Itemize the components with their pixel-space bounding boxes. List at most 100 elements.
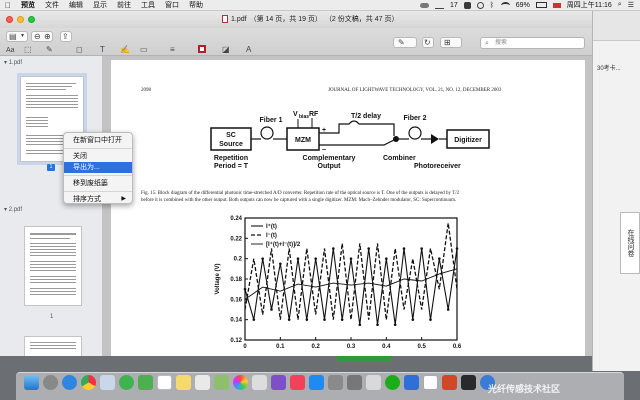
menu-help[interactable]: 帮助: [184, 0, 208, 10]
preview-icon[interactable]: [366, 375, 381, 390]
sign-icon[interactable]: ✍: [120, 44, 130, 55]
x-tick-label: 0.3: [347, 344, 356, 350]
clock-text[interactable]: 周四上午11:16: [567, 0, 612, 10]
toolbar: ▤ ▾ ⊖ ⊕ ⇪ Aa ⬚ ✎ ◻ T ✍ ▭ ≡ ◪ A ✎ ↻ ⊞ ⌕ 搜…: [0, 28, 592, 56]
y-axis-label: Voltage (V): [215, 264, 221, 295]
series-1-point: [376, 323, 379, 327]
chrome-icon[interactable]: [81, 375, 96, 390]
submenu-arrow-icon: ▶: [121, 196, 126, 202]
menu-export-as[interactable]: 导出为...: [64, 162, 132, 173]
music-icon[interactable]: [290, 375, 305, 390]
window-doc-info: （2 份文稿，共 47 页）: [324, 16, 399, 23]
menu-bar:  预览 文件 编辑 显示 前往 工具 窗口 帮助 17 ᛒ 69% 周四上午1…: [0, 0, 640, 11]
close-button[interactable]: [6, 16, 13, 23]
series-1-point: [438, 257, 441, 260]
system-preferences-icon[interactable]: [328, 375, 343, 390]
battery-percent[interactable]: 69%: [516, 2, 530, 9]
photos-icon[interactable]: [233, 375, 248, 390]
search-field[interactable]: ⌕ 搜索: [480, 37, 585, 49]
shapes-icon[interactable]: ◻: [76, 44, 83, 55]
document-area[interactable]: 2098 JOURNAL OF LIGHTWAVE TECHNOLOGY, VO…: [103, 56, 592, 356]
doc1-header[interactable]: ▾ 1.pdf: [4, 59, 22, 66]
notification-count[interactable]: 17: [450, 2, 458, 9]
menu-edit[interactable]: 编辑: [64, 0, 88, 10]
battery-icon[interactable]: [535, 2, 547, 8]
sketch-icon[interactable]: ✎: [46, 44, 53, 55]
x-tick-label: 0: [243, 344, 247, 350]
font-icon[interactable]: A: [246, 44, 251, 55]
clock-icon[interactable]: [476, 1, 484, 9]
pen-icon[interactable]: [434, 2, 444, 9]
terminal-icon[interactable]: [461, 375, 476, 390]
output-label: Output: [318, 163, 342, 170]
onenote-icon[interactable]: [271, 375, 286, 390]
bluetooth-icon[interactable]: ᛒ: [490, 2, 495, 9]
messages-icon[interactable]: [138, 375, 153, 390]
utility-icon[interactable]: [347, 375, 362, 390]
cloud-icon[interactable]: [419, 2, 429, 8]
menu-app-preview[interactable]: 预览: [16, 0, 40, 10]
menu-go[interactable]: 前往: [112, 0, 136, 10]
zoom-out-icon[interactable]: ⊖: [34, 31, 41, 42]
disclosure-triangle-icon[interactable]: ▾: [4, 60, 7, 66]
apple-icon[interactable]: : [0, 1, 16, 10]
border-color-icon[interactable]: [198, 45, 206, 53]
safari-icon[interactable]: [62, 375, 77, 390]
period-label: Period = T: [214, 163, 249, 170]
powerpoint-icon[interactable]: [442, 375, 457, 390]
finder-icon[interactable]: [24, 375, 39, 390]
series-1-point: [402, 247, 406, 250]
mail-icon[interactable]: [100, 375, 115, 390]
text-box-icon[interactable]: T: [100, 44, 105, 55]
series-1-point: [270, 308, 273, 311]
minimize-button[interactable]: [17, 16, 24, 23]
doc2-page2-thumbnail[interactable]: [24, 336, 82, 356]
caption-line-2: before it is combined with the other out…: [141, 198, 457, 203]
x-tick-label: 0.2: [311, 344, 320, 350]
menu-open-new-window[interactable]: 在新窗口中打开: [64, 135, 132, 146]
online-survey-tab[interactable]: 在线问卷: [620, 212, 640, 274]
menu-view[interactable]: 显示: [88, 0, 112, 10]
fill-color-icon[interactable]: ◪: [222, 44, 230, 55]
notification-center-icon[interactable]: ☰: [628, 1, 634, 9]
contacts-icon[interactable]: [252, 375, 267, 390]
note-icon[interactable]: ▭: [140, 44, 148, 55]
text-style-icon[interactable]: Aa: [6, 45, 15, 56]
x-tick-label: 0.1: [276, 344, 285, 350]
launchpad-icon[interactable]: [43, 375, 58, 390]
maps-icon[interactable]: [214, 375, 229, 390]
menu-close[interactable]: 关闭: [64, 151, 132, 162]
doc2-page-thumbnail[interactable]: [24, 226, 82, 306]
markup-button[interactable]: [393, 37, 417, 48]
app-icon[interactable]: [463, 1, 471, 9]
menu-tools[interactable]: 工具: [136, 0, 160, 10]
menu-move-to-trash[interactable]: 移到废纸篓: [64, 178, 132, 189]
wifi-icon[interactable]: [500, 1, 510, 9]
reminders-icon[interactable]: [195, 375, 210, 390]
spotlight-icon[interactable]: ⌕: [618, 1, 622, 9]
y-tick-label: 0.18: [230, 277, 242, 283]
running-head-page: 2098: [141, 88, 151, 93]
word-icon[interactable]: [404, 375, 419, 390]
facetime-icon[interactable]: [119, 375, 134, 390]
wechat-icon[interactable]: [385, 375, 400, 390]
menu-file[interactable]: 文件: [40, 0, 64, 10]
preview-window: 1.pdf （第 14 页，共 19 页） （2 份文稿，共 47 页） ▤ ▾…: [0, 11, 592, 356]
notes-icon[interactable]: [176, 375, 191, 390]
series-1-point: [420, 247, 423, 250]
menu-sort-by[interactable]: 排序方式 ▶: [64, 194, 132, 205]
menu-window[interactable]: 窗口: [160, 0, 184, 10]
zoom-in-icon[interactable]: ⊕: [44, 31, 51, 42]
app-store-icon[interactable]: [309, 375, 324, 390]
zoom-button[interactable]: [28, 16, 35, 23]
align-icon[interactable]: ≡: [170, 44, 175, 55]
qq-icon[interactable]: [423, 375, 438, 390]
calendar-icon[interactable]: [157, 375, 172, 390]
disclosure-triangle-icon[interactable]: ▾: [4, 207, 7, 213]
toolbox-icon: ⊞: [444, 38, 451, 47]
series-1-point: [323, 318, 326, 321]
block-diagram: SC Source Repetition Period = T Fiber 1 …: [210, 111, 490, 170]
rect-select-icon[interactable]: ⬚: [24, 44, 32, 55]
flag-icon[interactable]: [552, 2, 561, 8]
doc2-header[interactable]: ▾ 2.pdf: [4, 206, 22, 213]
